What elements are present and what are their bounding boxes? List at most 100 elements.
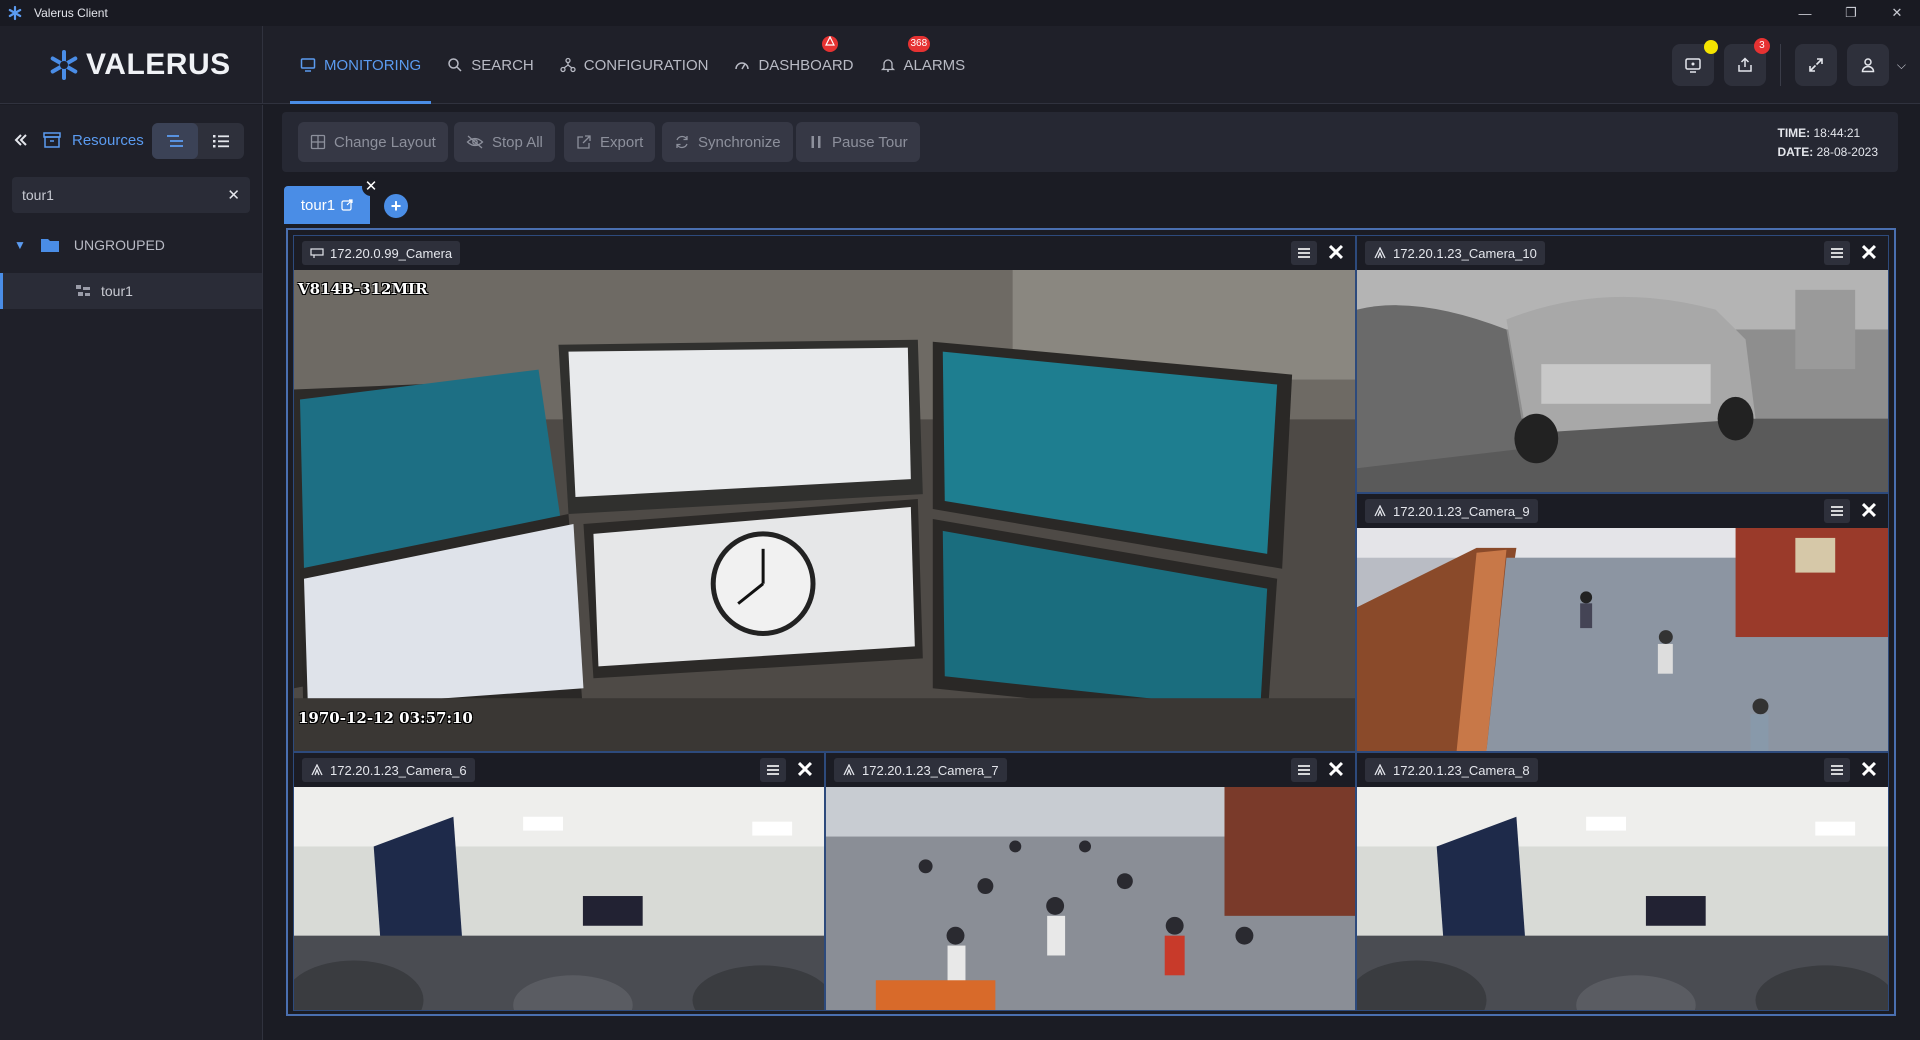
camera-name-tag: 172.20.1.23_Camera_8 bbox=[1365, 758, 1538, 782]
user-menu-button[interactable] bbox=[1846, 44, 1889, 86]
list-view-button[interactable] bbox=[198, 123, 244, 159]
camera-feed bbox=[1357, 528, 1888, 751]
tile-menu-button[interactable] bbox=[1824, 241, 1850, 265]
nav-label: SEARCH bbox=[471, 56, 534, 74]
camera-tile[interactable]: 172.20.1.23_Camera_10 ✕ bbox=[1356, 235, 1889, 493]
lab-room-scene bbox=[294, 787, 824, 1010]
tree-item-tour1[interactable]: tour1 bbox=[0, 273, 262, 309]
camera-name-tag: 172.20.1.23_Camera_10 bbox=[1365, 241, 1545, 265]
close-tile-button[interactable]: ✕ bbox=[1323, 240, 1349, 265]
change-layout-button[interactable]: Change Layout bbox=[298, 122, 448, 162]
collapse-sidebar-icon[interactable] bbox=[12, 131, 30, 149]
close-tab-icon[interactable]: ✕ bbox=[362, 178, 380, 196]
camera-tile[interactable]: 172.20.1.23_Camera_9 ✕ bbox=[1356, 493, 1889, 752]
tile-menu-button[interactable] bbox=[760, 758, 786, 782]
lab-room-scene bbox=[1357, 787, 1888, 1010]
network-icon bbox=[560, 57, 576, 73]
resources-sidebar: Resources ✕ ▼ UNGROUPED tour1 bbox=[0, 105, 263, 1040]
box-camera-icon bbox=[310, 248, 324, 258]
pause-tour-button[interactable]: Pause Tour bbox=[796, 122, 920, 162]
nav-label: ALARMS bbox=[903, 56, 966, 74]
sync-icon bbox=[676, 135, 688, 149]
camera-feed: V814B-312MIR 1970-12-12 03:57:10 bbox=[294, 270, 1355, 751]
parking-street-scene bbox=[1357, 270, 1888, 492]
app-logo-icon bbox=[6, 4, 24, 22]
chevron-down-icon[interactable]: ▼ bbox=[14, 238, 26, 252]
layout-grid-icon bbox=[310, 134, 326, 150]
clear-search-icon[interactable]: ✕ bbox=[227, 186, 240, 204]
nav-label: CONFIGURATION bbox=[583, 56, 709, 74]
camera-name-tag: 172.20.1.23_Camera_6 bbox=[302, 758, 475, 782]
stop-all-button[interactable]: Stop All bbox=[454, 122, 555, 162]
close-tile-button[interactable]: ✕ bbox=[1856, 498, 1882, 523]
restore-button[interactable]: ❐ bbox=[1828, 0, 1874, 26]
fisheye-camera-icon bbox=[1374, 247, 1386, 259]
view-toggle bbox=[152, 123, 244, 159]
camera-tile[interactable]: 172.20.1.23_Camera_7 ✕ bbox=[825, 752, 1356, 1011]
nav-dashboard[interactable]: DASHBOARD bbox=[724, 26, 863, 104]
close-tile-button[interactable]: ✕ bbox=[792, 757, 818, 782]
monitor-icon bbox=[300, 58, 316, 72]
share-badge: 3 bbox=[1753, 38, 1770, 54]
fullscreen-button[interactable] bbox=[1794, 44, 1837, 86]
camera-feed bbox=[826, 787, 1355, 1010]
close-window-button[interactable]: ✕ bbox=[1874, 0, 1920, 26]
office-monitors-scene bbox=[294, 270, 1355, 751]
camera-name-tag: 172.20.1.23_Camera_9 bbox=[1365, 499, 1538, 523]
group-label: UNGROUPED bbox=[73, 237, 165, 253]
crowded-corridor-scene bbox=[826, 787, 1355, 1010]
hamburger-icon bbox=[1298, 248, 1310, 258]
nav-alarms[interactable]: ALARMS 368 bbox=[870, 26, 976, 104]
nav-configuration[interactable]: CONFIGURATION bbox=[550, 26, 719, 104]
nav-monitoring[interactable]: MONITORING bbox=[290, 26, 432, 104]
dashboard-alert-badge bbox=[822, 35, 839, 52]
resource-search-input[interactable] bbox=[22, 187, 212, 203]
share-button[interactable]: 3 bbox=[1723, 38, 1770, 86]
synchronize-button[interactable]: Synchronize bbox=[662, 122, 793, 162]
brand-logo: VALERUS bbox=[48, 48, 231, 82]
brand-name: VALERUS bbox=[86, 48, 231, 81]
video-grid: 172.20.0.99_Camera ✕ V814B-312MIR 1970-1… bbox=[286, 228, 1896, 1016]
camera-feed bbox=[1357, 270, 1888, 492]
camera-name-tag: 172.20.1.23_Camera_7 bbox=[834, 758, 1007, 782]
close-tile-button[interactable]: ✕ bbox=[1323, 757, 1349, 782]
resource-search: ✕ bbox=[12, 177, 250, 213]
camera-tile[interactable]: 172.20.1.23_Camera_8 ✕ bbox=[1356, 752, 1889, 1011]
window-titlebar: Valerus Client — ❐ ✕ bbox=[0, 0, 1920, 26]
date-value: 28-08-2023 bbox=[1816, 145, 1878, 159]
chevron-down-icon[interactable]: ⌵ bbox=[1897, 58, 1906, 73]
tree-view-button[interactable] bbox=[152, 123, 198, 159]
time-value: 18:44:21 bbox=[1813, 126, 1861, 140]
close-tile-button[interactable]: ✕ bbox=[1856, 757, 1882, 782]
camera-tile[interactable]: 172.20.0.99_Camera ✕ V814B-312MIR 1970-1… bbox=[293, 235, 1356, 752]
fisheye-camera-icon bbox=[311, 764, 323, 776]
tile-menu-button[interactable] bbox=[1824, 499, 1850, 523]
alert-icon bbox=[825, 35, 836, 46]
tree-list-icon bbox=[167, 135, 183, 147]
camera-name-tag: 172.20.0.99_Camera bbox=[302, 241, 461, 265]
add-tab-button[interactable]: + bbox=[384, 194, 408, 218]
close-tile-button[interactable]: ✕ bbox=[1856, 240, 1882, 265]
export-icon bbox=[577, 135, 591, 149]
valerus-logo-icon bbox=[50, 50, 78, 80]
export-button[interactable]: Export bbox=[564, 122, 656, 162]
tab-tour1[interactable]: tour1 bbox=[284, 186, 370, 224]
time-label: TIME: bbox=[1777, 126, 1811, 140]
group-ungrouped[interactable]: ▼ UNGROUPED bbox=[0, 227, 262, 263]
camera-feed bbox=[1357, 787, 1888, 1010]
fisheye-camera-icon bbox=[1374, 505, 1386, 517]
minimize-button[interactable]: — bbox=[1782, 0, 1828, 26]
notifications-button[interactable] bbox=[1671, 40, 1718, 86]
main-nav: MONITORING SEARCH CONFIGURATION DASHBOAR… bbox=[290, 26, 981, 104]
tile-menu-button[interactable] bbox=[1291, 758, 1317, 782]
resources-tab[interactable]: Resources bbox=[42, 131, 144, 149]
expand-icon bbox=[1809, 58, 1823, 72]
resources-label: Resources bbox=[72, 131, 144, 149]
tile-menu-button[interactable] bbox=[1824, 758, 1850, 782]
camera-feed bbox=[294, 787, 824, 1010]
camera-tile[interactable]: 172.20.1.23_Camera_6 ✕ bbox=[293, 752, 825, 1011]
display-alert-icon bbox=[1685, 58, 1701, 73]
nav-search[interactable]: SEARCH bbox=[437, 26, 544, 104]
popout-icon[interactable] bbox=[341, 199, 353, 211]
tile-menu-button[interactable] bbox=[1291, 241, 1317, 265]
